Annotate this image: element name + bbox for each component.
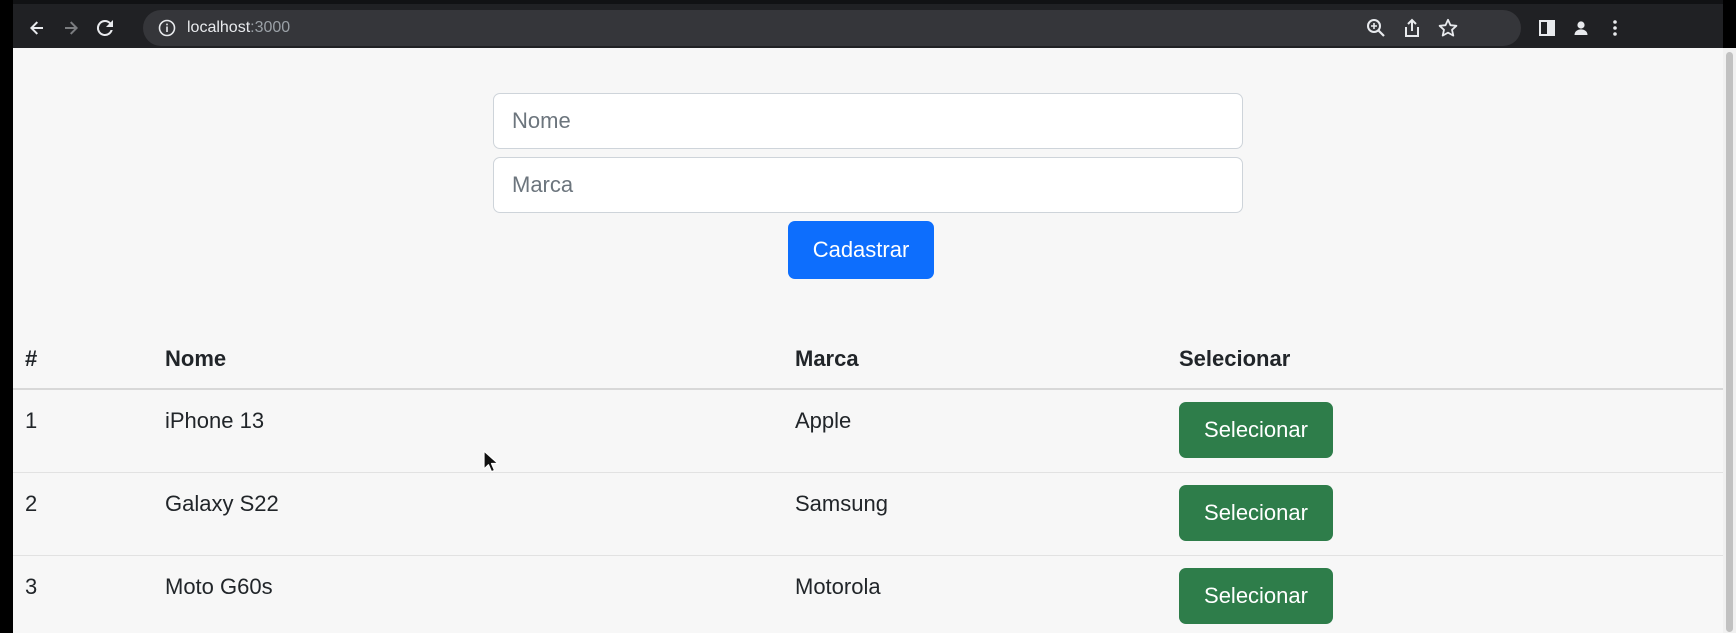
reload-icon[interactable] <box>89 12 121 44</box>
cell-action: Selecionar <box>1179 472 1723 556</box>
cell-id-text: 2 <box>25 491 38 516</box>
url-text: localhost:3000 <box>187 18 290 38</box>
cell-action: Selecionar <box>1179 389 1723 473</box>
header-number: # <box>13 330 165 390</box>
cell-id-text: 1 <box>25 408 38 433</box>
url-host: localhost <box>187 19 251 36</box>
cell-nome: iPhone 13 <box>165 389 795 473</box>
cell-marca: Samsung <box>795 472 1179 556</box>
info-icon[interactable] <box>158 19 176 37</box>
profile-icon[interactable] <box>1565 12 1597 44</box>
table-row: 1 iPhone 13 Apple Selecionar <box>13 389 1723 473</box>
forward-arrow-icon[interactable] <box>55 12 87 44</box>
vertical-scrollbar[interactable] <box>1723 48 1736 633</box>
zoom-icon[interactable] <box>1365 17 1387 39</box>
selecionar-button[interactable]: Selecionar <box>1179 485 1333 541</box>
cell-id: 2 <box>13 472 165 556</box>
cell-marca-text: Samsung <box>795 491 888 516</box>
cell-marca: Motorola <box>795 555 1179 633</box>
selecionar-button[interactable]: Selecionar <box>1179 402 1333 458</box>
cell-nome-text: iPhone 13 <box>165 408 265 433</box>
share-icon[interactable] <box>1401 17 1423 39</box>
cell-marca-text: Apple <box>795 408 852 433</box>
star-icon[interactable] <box>1437 17 1459 39</box>
nome-input[interactable] <box>493 93 1243 149</box>
cell-nome: Galaxy S22 <box>165 472 795 556</box>
url-port: :3000 <box>250 19 291 36</box>
mouse-cursor-icon <box>483 450 499 473</box>
cell-nome-text: Moto G60s <box>165 574 273 599</box>
scrollbar-thumb[interactable] <box>1726 52 1733 632</box>
table-header-row: # Nome Marca Selecionar <box>13 330 1723 390</box>
cadastrar-button[interactable]: Cadastrar <box>788 221 934 279</box>
products-table: # Nome Marca Selecionar 1 iPhone 13 Appl… <box>13 330 1723 633</box>
selecionar-button[interactable]: Selecionar <box>1179 568 1333 624</box>
cell-action: Selecionar <box>1179 555 1723 633</box>
table-row: 2 Galaxy S22 Samsung Selecionar <box>13 472 1723 556</box>
header-nome: Nome <box>165 330 795 390</box>
cell-marca: Apple <box>795 389 1179 473</box>
address-bar[interactable]: localhost:3000 <box>143 10 1521 46</box>
header-selecionar: Selecionar <box>1179 330 1723 390</box>
header-marca: Marca <box>795 330 1179 390</box>
side-panel-icon[interactable] <box>1531 12 1563 44</box>
cell-nome-text: Galaxy S22 <box>165 491 279 516</box>
marca-input[interactable] <box>493 157 1243 213</box>
browser-toolbar: localhost:3000 <box>13 0 1723 48</box>
cadastro-form: Cadastrar <box>493 93 1243 279</box>
browser-window: localhost:3000 Cadastrar <box>0 0 1736 633</box>
cell-id-text: 3 <box>25 574 38 599</box>
cell-id: 3 <box>13 555 165 633</box>
kebab-menu-icon[interactable] <box>1599 12 1631 44</box>
page-viewport: Cadastrar # Nome Marca Selecionar 1 iPho… <box>13 48 1723 633</box>
cell-nome: Moto G60s <box>165 555 795 633</box>
back-arrow-icon[interactable] <box>21 12 53 44</box>
cell-marca-text: Motorola <box>795 574 881 599</box>
table-row: 3 Moto G60s Motorola Selecionar <box>13 555 1723 633</box>
cell-id: 1 <box>13 389 165 473</box>
